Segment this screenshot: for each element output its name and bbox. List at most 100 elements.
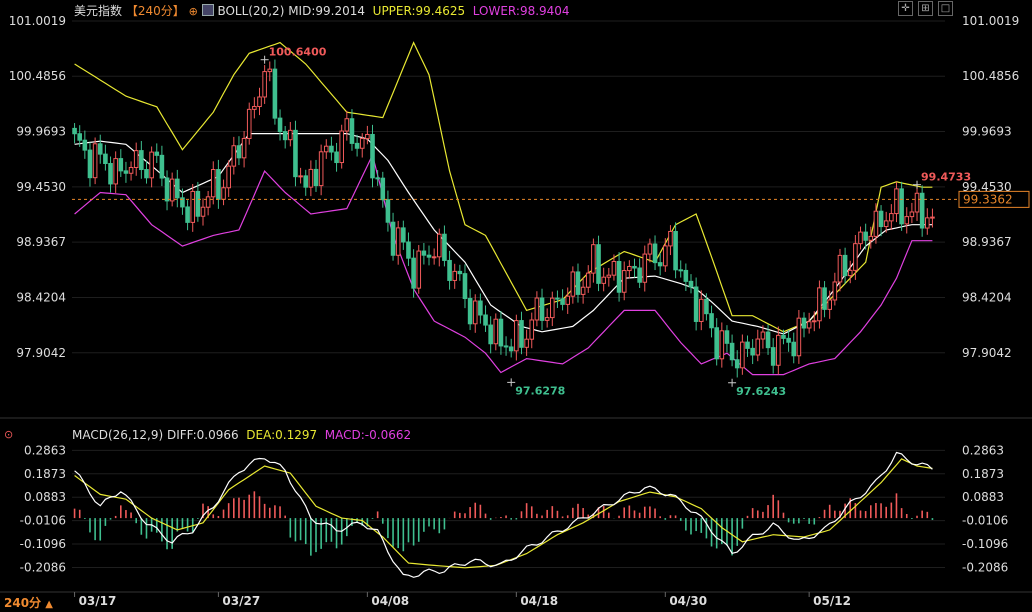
candle-body xyxy=(781,334,786,339)
candle-body xyxy=(298,175,303,178)
candle-body xyxy=(657,262,663,267)
macd-value: MACD:-0.0662 xyxy=(324,428,412,442)
macd-ytick-right: 0.1873 xyxy=(962,467,1004,481)
candle-body xyxy=(729,342,735,361)
macd-diff: DIFF:0.0966 xyxy=(166,428,239,442)
candle-body xyxy=(580,286,586,295)
candle-body xyxy=(359,138,365,149)
candle-body xyxy=(164,177,170,202)
candle-body xyxy=(668,230,673,247)
macd-label: MACD(26,12,9) xyxy=(72,428,164,442)
boll-lower: LOWER:98.9404 xyxy=(472,4,570,18)
period-selector[interactable]: 240分 ▲ xyxy=(4,594,53,611)
macd-ytick-right: -0.2086 xyxy=(962,560,1008,574)
candle-body xyxy=(863,231,868,241)
macd-dea: DEA:0.1297 xyxy=(246,428,318,442)
annotation-label: 99.4733 xyxy=(921,171,971,184)
macd-ytick-left: -0.2086 xyxy=(20,560,66,574)
main-ytick-right: 100.4856 xyxy=(962,69,1019,83)
boll-icon[interactable] xyxy=(201,4,214,16)
candle-body xyxy=(786,337,791,343)
candle-body xyxy=(113,158,118,185)
candle-body xyxy=(914,192,920,213)
candle-body xyxy=(323,145,329,153)
candle-body xyxy=(467,298,473,325)
candle-body xyxy=(909,211,915,218)
candle-body xyxy=(678,269,684,272)
candle-body xyxy=(894,188,899,215)
xtick-label: 04/30 xyxy=(669,594,707,608)
candle-body xyxy=(231,145,237,167)
candle-body xyxy=(200,206,206,217)
candle-body xyxy=(663,245,668,267)
macd-ytick-right: -0.1096 xyxy=(962,537,1008,551)
main-ytick-left: 99.4530 xyxy=(16,180,66,194)
main-ytick-left: 98.4204 xyxy=(16,290,66,304)
candle-body xyxy=(236,145,242,159)
candle-body xyxy=(385,199,391,223)
candle-body xyxy=(472,300,478,325)
candle-body xyxy=(452,270,457,281)
candle-body xyxy=(750,347,755,356)
candle-body xyxy=(683,269,689,282)
current-price-label: 99.3362 xyxy=(963,192,1013,206)
candle-body xyxy=(436,233,442,258)
candle-body xyxy=(889,213,894,222)
candle-body xyxy=(765,331,771,349)
candle-body xyxy=(570,271,576,297)
candle-body xyxy=(334,151,339,164)
candle-body xyxy=(406,241,411,259)
candle-body xyxy=(277,117,283,133)
xtick-label: 05/12 xyxy=(813,594,851,608)
candle-body xyxy=(621,270,627,293)
crosshair-icon[interactable]: ✛ xyxy=(898,1,913,16)
candle-body xyxy=(596,244,601,284)
xtick-label: 03/27 xyxy=(222,594,260,608)
macd-settings-icon[interactable]: ⊙ xyxy=(4,428,13,441)
candle-body xyxy=(118,158,124,172)
candle-body xyxy=(216,169,221,200)
candle-body xyxy=(329,145,334,153)
candle-body xyxy=(210,169,216,198)
candle-body xyxy=(878,210,884,228)
candle-body xyxy=(72,127,77,135)
candle-body xyxy=(139,150,144,171)
candle-body xyxy=(550,297,555,319)
candle-body xyxy=(395,227,401,256)
candle-body xyxy=(401,227,406,243)
candle-body xyxy=(837,254,843,283)
candle-body xyxy=(714,327,719,360)
candle-body xyxy=(195,190,201,217)
main-ytick-left: 100.4856 xyxy=(9,69,66,83)
macd-ytick-left: 0.2863 xyxy=(24,443,66,457)
maximize-icon[interactable]: □ xyxy=(938,1,953,16)
candle-body xyxy=(462,273,468,300)
candle-body xyxy=(303,175,309,188)
candle-body xyxy=(842,254,848,277)
candle-body xyxy=(755,338,761,356)
candle-body xyxy=(498,318,504,347)
candle-body xyxy=(349,118,355,144)
candle-body xyxy=(103,153,108,165)
period-badge[interactable]: 【240分】 xyxy=(126,4,185,18)
candle-body xyxy=(339,130,344,164)
main-ytick-right: 98.9367 xyxy=(962,235,1012,249)
main-ytick-left: 99.9693 xyxy=(16,125,66,139)
settings-icon[interactable]: ⊕ xyxy=(189,5,198,18)
main-ytick-left: 101.0019 xyxy=(9,14,66,28)
candle-body xyxy=(416,250,422,289)
candle-body xyxy=(688,280,694,288)
candle-body xyxy=(344,118,350,132)
candle-body xyxy=(92,143,98,179)
candle-body xyxy=(698,298,704,322)
candle-body xyxy=(919,192,925,229)
candle-body xyxy=(883,220,889,228)
candle-body xyxy=(288,129,293,141)
candle-body xyxy=(272,68,278,119)
macd-ytick-right: -0.0106 xyxy=(962,514,1008,528)
annotation-label: 97.6243 xyxy=(736,385,786,398)
xtick-label: 03/17 xyxy=(79,594,117,608)
candle-body xyxy=(529,319,535,340)
zoom-icon[interactable]: ⊞ xyxy=(918,1,933,16)
candle-body xyxy=(123,170,129,174)
